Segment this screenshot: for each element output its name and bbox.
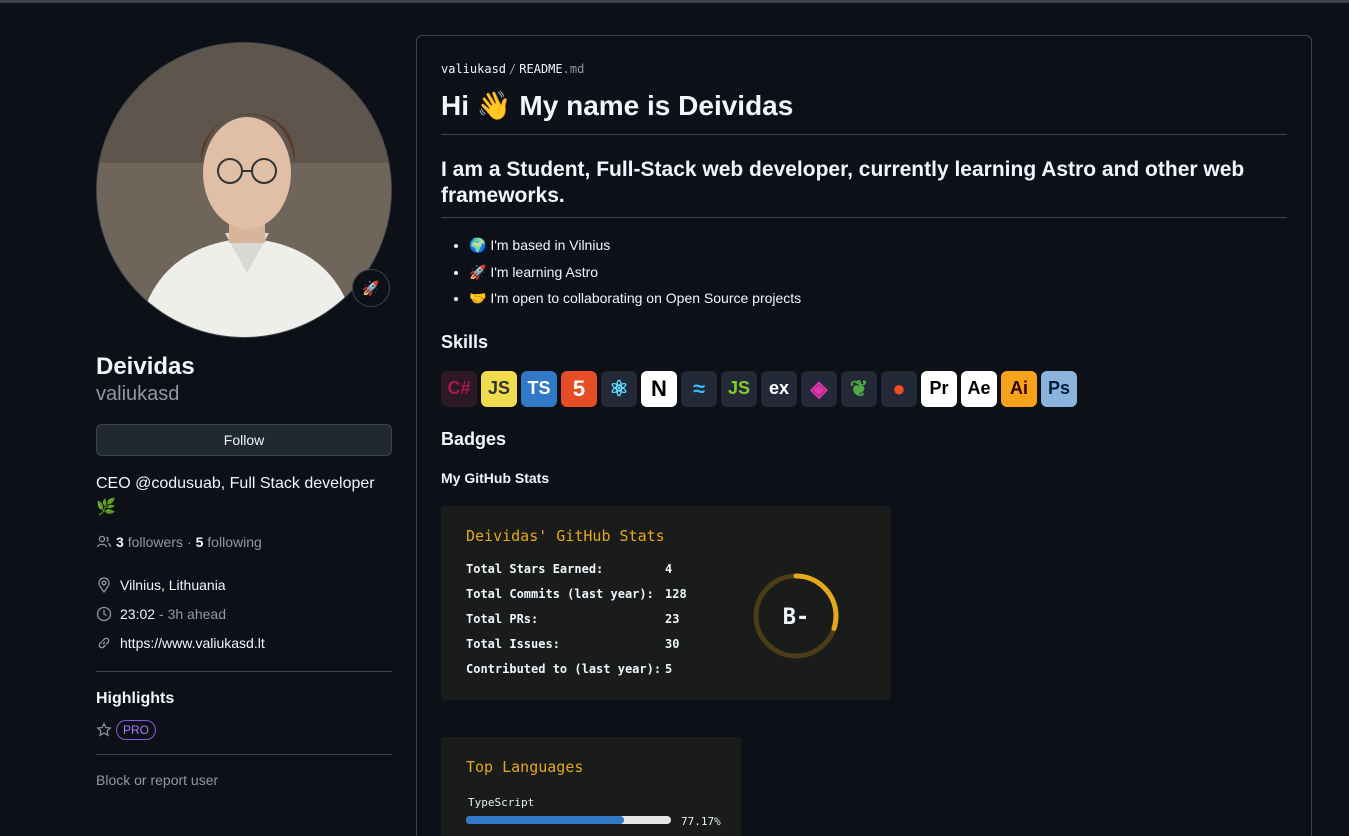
premiere-icon: Pr: [921, 370, 957, 407]
badges-title: Badges: [441, 428, 507, 449]
readme-heading: Hi 👋 My name is Deividas: [441, 88, 1287, 135]
followers-label: followers: [127, 534, 183, 550]
lang-progress-fill: [466, 816, 625, 824]
follow-button[interactable]: Follow: [96, 424, 392, 456]
crumb-file: README: [519, 62, 563, 76]
avatar-container: 🚀: [96, 42, 392, 338]
location-text: Vilnius, Lithuania: [120, 576, 226, 593]
stat-label: Total Issues:: [466, 636, 560, 651]
location-icon: [98, 576, 110, 593]
github-stats-card[interactable]: Deividas' GitHub Stats Total Stars Earne…: [441, 505, 891, 700]
following-label: following: [207, 534, 262, 550]
photoshop-icon: Ps: [1041, 370, 1077, 407]
following-link[interactable]: 5 following: [196, 534, 262, 550]
javascript-icon: JS: [481, 370, 517, 407]
rocket-icon: 🚀: [362, 279, 380, 296]
avatar[interactable]: [96, 42, 392, 338]
sidebar-divider: [96, 671, 392, 672]
figma-icon: ●: [881, 370, 917, 407]
avatar-portrait-icon: [97, 43, 391, 337]
skills-title: Skills: [441, 331, 489, 352]
readme-breadcrumb: valiukasd / README.md: [441, 62, 1287, 76]
nodejs-icon: JS: [721, 370, 757, 407]
location-row: Vilnius, Lithuania: [96, 570, 392, 599]
stat-value: 30: [665, 636, 680, 651]
local-time: 23:02: [120, 605, 156, 622]
stat-value: 23: [665, 611, 680, 626]
highlights-title: Highlights: [96, 690, 175, 707]
local-time-row: 23:02 - 3h ahead: [96, 599, 392, 628]
crumb-user-link[interactable]: valiukasd: [441, 62, 506, 76]
stat-value: 5: [665, 661, 673, 676]
illustrator-icon: Ai: [1001, 370, 1037, 407]
top-border: [0, 0, 1349, 3]
website-row: https://www.valiukasd.lt: [96, 628, 392, 657]
graphql-icon: ◈: [801, 370, 837, 407]
lang-name: TypeScript: [468, 796, 535, 809]
followers-count: 3: [116, 534, 124, 550]
dot-separator: ·: [186, 534, 192, 550]
list-item: 🌍 I'm based in Vilnius: [469, 232, 1287, 259]
rank-ring: B-: [753, 573, 839, 658]
aftereffects-icon: Ae: [961, 370, 997, 407]
stats-heading: My GitHub Stats: [441, 469, 550, 486]
crumb-ext: .md: [562, 62, 585, 76]
html5-icon: 5: [561, 370, 597, 407]
clock-icon: [96, 606, 112, 621]
link-icon: [98, 637, 110, 648]
profile-sidebar: 🚀 Deividas valiukasd Follow CEO @codusua…: [96, 42, 392, 788]
following-count: 5: [195, 534, 204, 550]
profile-details: Vilnius, Lithuania 23:02 - 3h ahead http…: [96, 570, 392, 657]
lang-percent: 77.17%: [681, 815, 721, 828]
sidebar-divider-2: [96, 754, 392, 755]
profile-bio: CEO @codusuab, Full Stack developer 🌿: [96, 475, 375, 516]
stat-label: Contributed to (last year):: [466, 661, 662, 676]
crumb-separator: /: [509, 62, 517, 76]
stat-label: Total PRs:: [466, 611, 539, 626]
facts-list: 🌍 I'm based in Vilnius 🚀 I'm learning As…: [441, 232, 1287, 312]
followers-link[interactable]: 3 followers: [116, 534, 183, 550]
stat-value: 128: [665, 586, 687, 601]
block-report-link[interactable]: Block or report user: [96, 772, 392, 788]
typescript-icon: TS: [521, 370, 557, 407]
skills-icons: C# JS TS 5 ⚛ N ≈ JS ex ◈ ❦ ● Pr Ae Ai Ps: [441, 370, 1287, 407]
readme-card: valiukasd / README.md Hi 👋 My name is Deiv…: [416, 35, 1312, 836]
profile-name: Deividas: [96, 353, 195, 380]
highlights-row: PRO: [96, 720, 392, 740]
profile-login: valiukasd: [96, 383, 180, 405]
nextjs-icon: N: [641, 370, 677, 407]
mongodb-icon: ❦: [841, 370, 877, 407]
tailwind-icon: ≈: [681, 370, 717, 407]
lang-card-title: Top Languages: [466, 758, 584, 776]
crumb-file-link[interactable]: README.md: [519, 62, 584, 76]
follow-stats: 3 followers · 5 following: [96, 534, 392, 550]
react-icon: ⚛: [601, 370, 637, 407]
people-icon: [96, 535, 112, 548]
csharp-icon: C#: [441, 370, 477, 407]
status-button[interactable]: 🚀: [352, 269, 390, 307]
stat-label: Total Commits (last year):: [466, 586, 654, 601]
list-item: 🤝 I'm open to collaborating on Open Sour…: [469, 285, 1287, 312]
lang-progress-bar: [466, 816, 671, 824]
stat-label: Total Stars Earned:: [466, 561, 604, 576]
stats-card-title: Deividas' GitHub Stats: [466, 526, 665, 545]
rank-label: B-: [783, 605, 810, 630]
pro-badge[interactable]: PRO: [116, 720, 157, 740]
stat-value: 4: [665, 561, 673, 576]
express-icon: ex: [761, 370, 797, 407]
time-offset: - 3h ahead: [159, 605, 226, 622]
list-item: 🚀 I'm learning Astro: [469, 259, 1287, 286]
top-languages-card[interactable]: Top Languages TypeScript 77.17%: [441, 737, 741, 836]
website-link[interactable]: https://www.valiukasd.lt: [120, 635, 265, 651]
star-icon: [96, 722, 112, 737]
readme-intro: I am a Student, Full-Stack web developer…: [441, 157, 1287, 218]
